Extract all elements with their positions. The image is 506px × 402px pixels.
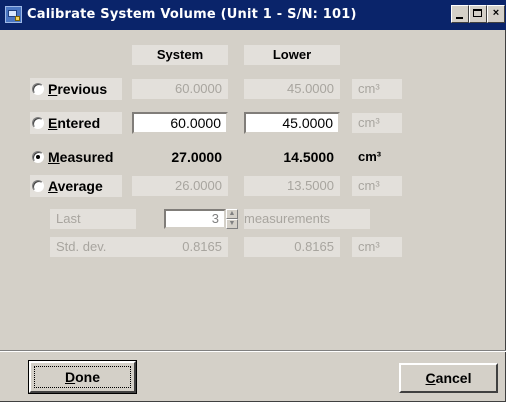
column-header-system: System [132,45,228,65]
measured-radio[interactable]: Measured [30,146,122,168]
previous-label: Previous [48,81,108,97]
previous-unit: cm³ [352,79,402,99]
title-bar[interactable]: Calibrate System Volume (Unit 1 - S/N: 1… [0,0,506,30]
spin-up-icon[interactable]: ▲ [226,209,238,219]
last-suffix: measurements [244,209,370,229]
entered-label: Entered [48,115,101,131]
last-count-input[interactable]: 3 [164,209,226,229]
average-system-value: 26.0000 [132,176,228,196]
spin-down-icon[interactable]: ▼ [226,219,238,229]
maximize-button[interactable] [469,5,487,23]
measured-lower-value: 14.5000 [283,149,334,165]
average-label: Average [48,178,103,194]
average-radio-button[interactable] [32,180,44,192]
close-button[interactable]: × [487,5,505,23]
window-title: Calibrate System Volume (Unit 1 - S/N: 1… [27,7,357,22]
measured-radio-button[interactable] [32,151,44,163]
average-lower-value: 13.5000 [244,176,340,196]
column-header-lower: Lower [244,45,340,65]
measured-unit: cm³ [358,149,382,164]
average-radio[interactable]: Average [30,175,122,197]
previous-lower-value: 45.0000 [244,79,340,99]
entered-lower-input[interactable]: 45.0000 [244,112,340,134]
done-focus-rect [34,366,131,388]
last-label: Last [50,209,136,229]
entered-radio-button[interactable] [32,117,44,129]
stddev-unit: cm³ [352,237,402,257]
average-unit: cm³ [352,176,402,196]
stddev-system-value: 0.8165 [132,237,228,257]
footer-separator [0,350,506,352]
cancel-label: ancel [435,370,472,386]
previous-radio[interactable]: Previous [30,78,122,100]
calibrate-volume-dialog: Calibrate System Volume (Unit 1 - S/N: 1… [0,0,506,402]
stddev-label: Std. dev. [50,237,136,257]
previous-radio-button[interactable] [32,83,44,95]
app-icon [5,6,22,23]
last-count-spinner[interactable]: ▲ ▼ [226,209,238,229]
measured-system-value: 27.0000 [171,149,222,165]
cancel-button[interactable]: Cancel [399,363,498,393]
stddev-lower-value: 0.8165 [244,237,340,257]
minimize-button[interactable] [451,5,469,23]
entered-radio[interactable]: Entered [30,112,122,134]
cancel-hotkey: C [425,370,436,386]
measured-label: Measured [48,149,114,165]
previous-system-value: 60.0000 [132,79,228,99]
done-button[interactable]: Done [28,360,137,394]
entered-system-input[interactable]: 60.0000 [132,112,228,134]
entered-unit: cm³ [352,113,402,133]
